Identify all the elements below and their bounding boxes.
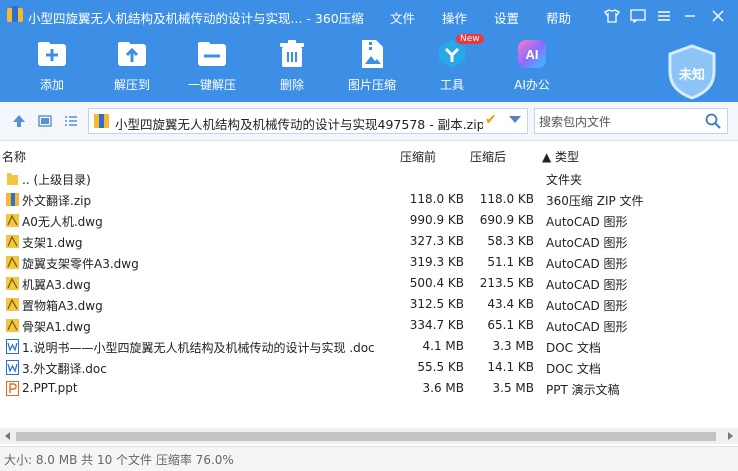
menu-file[interactable]: 文件 (390, 8, 415, 27)
column-size-after[interactable]: 压缩后 (470, 148, 506, 165)
address-bar: 小型四旋翼无人机结构及机械传动的设计与实现497578 - 副本.zip - 解… (0, 102, 738, 141)
table-row[interactable]: 1.说明书——小型四旋翼无人机结构及机械传动的设计与实现 .doc 4.1 MB… (0, 336, 738, 357)
verified-check-icon: ✔ (485, 112, 497, 128)
search-input[interactable] (537, 112, 701, 132)
path-field[interactable]: 小型四旋翼无人机结构及机械传动的设计与实现497578 - 副本.zip - 解… (88, 108, 528, 134)
skin-icon[interactable] (600, 4, 624, 28)
one-click-extract-button[interactable]: 一键解压 (172, 38, 252, 93)
trash-icon (276, 38, 308, 70)
doc-file-icon (6, 339, 19, 354)
column-type[interactable]: ▲ 类型 (542, 148, 579, 165)
image-compress-icon (356, 38, 388, 70)
ai-icon-text: AI (526, 47, 539, 62)
toolbar: 添加 解压到 一键解压 删除 图片压缩 New 工具 AI AI办公 未知 (0, 32, 738, 102)
zip-file-icon (94, 114, 109, 128)
table-row[interactable]: 骨架A1.dwg 334.7 KB 65.1 KB AutoCAD 图形 (0, 315, 738, 336)
table-row[interactable]: 外文翻译.zip 118.0 KB 118.0 KB 360压缩 ZIP 文件 (0, 189, 738, 210)
up-arrow-icon[interactable] (12, 114, 28, 130)
column-header: 名称 压缩前 压缩后 ▲ 类型 (0, 145, 738, 167)
search-icon[interactable] (705, 113, 721, 132)
table-row[interactable]: 置物箱A3.dwg 312.5 KB 43.4 KB AutoCAD 图形 (0, 294, 738, 315)
chevron-down-icon[interactable] (509, 116, 521, 123)
table-row[interactable]: 支架1.dwg 327.3 KB 58.3 KB AutoCAD 图形 (0, 231, 738, 252)
dwg-file-icon (6, 319, 19, 332)
title-bar: 小型四旋翼无人机结构及机械传动的设计与实现... - 360压缩 文件 操作 设… (0, 0, 738, 32)
table-row[interactable]: 旋翼支架零件A3.dwg 319.3 KB 51.1 KB AutoCAD 图形 (0, 252, 738, 273)
status-bar: 大小: 8.0 MB 共 10 个文件 压缩率 76.0% (0, 446, 738, 471)
dwg-file-icon (6, 214, 19, 227)
ai-office-button[interactable]: AI AI办公 (492, 38, 572, 93)
folder-icon (7, 173, 18, 185)
thumbnail-view-icon[interactable] (38, 114, 54, 130)
status-text: 大小: 8.0 MB 共 10 个文件 压缩率 76.0% (4, 453, 234, 467)
minimize-icon[interactable] (678, 4, 702, 28)
delete-button[interactable]: 删除 (252, 38, 332, 93)
horizontal-scrollbar[interactable] (0, 428, 738, 444)
scroll-right-icon[interactable] (728, 432, 733, 440)
ai-icon: AI (516, 38, 548, 70)
message-icon[interactable] (626, 4, 650, 28)
menu-operate[interactable]: 操作 (442, 8, 467, 27)
one-click-extract-icon (196, 38, 228, 70)
scrollbar-thumb[interactable] (16, 432, 716, 441)
zip-file-icon (6, 193, 19, 206)
search-box (534, 108, 728, 134)
list-view-icon[interactable] (64, 114, 80, 130)
security-shield-icon[interactable]: 未知 (666, 44, 718, 100)
menu-lines-icon[interactable] (652, 4, 676, 28)
add-icon (36, 38, 68, 70)
dwg-file-icon (6, 298, 19, 311)
add-button[interactable]: 添加 (12, 38, 92, 93)
column-size-before[interactable]: 压缩前 (400, 148, 436, 165)
table-row[interactable]: A0无人机.dwg 990.9 KB 690.9 KB AutoCAD 图形 (0, 210, 738, 231)
dwg-file-icon (6, 256, 19, 269)
extract-icon (116, 38, 148, 70)
archive-path: 小型四旋翼无人机结构及机械传动的设计与实现497578 - 副本.zip - 解 (115, 117, 483, 132)
doc-file-icon (6, 360, 19, 375)
file-list: .. (上级目录) 文件夹 外文翻译.zip 118.0 KB 118.0 KB… (0, 168, 738, 399)
column-name[interactable]: 名称 (2, 148, 26, 165)
new-badge: New (456, 34, 484, 44)
table-row[interactable]: 机翼A3.dwg 500.4 KB 213.5 KB AutoCAD 图形 (0, 273, 738, 294)
image-compress-button[interactable]: 图片压缩 (332, 38, 412, 93)
dwg-file-icon (6, 235, 19, 248)
menu-help[interactable]: 帮助 (546, 8, 571, 27)
close-icon[interactable] (706, 4, 730, 28)
ppt-file-icon (6, 381, 19, 396)
scroll-left-icon[interactable] (5, 432, 10, 440)
extract-to-button[interactable]: 解压到 (92, 38, 172, 93)
table-row[interactable]: 3.外文翻译.doc 55.5 KB 14.1 KB DOC 文档 (0, 357, 738, 378)
dwg-file-icon (6, 277, 19, 290)
menu-settings[interactable]: 设置 (494, 8, 519, 27)
table-row[interactable]: 2.PPT.ppt 3.6 MB 3.5 MB PPT 演示文稿 (0, 378, 738, 399)
tools-button[interactable]: New 工具 (412, 34, 492, 93)
app-logo-icon (7, 6, 23, 22)
table-row[interactable]: .. (上级目录) 文件夹 (0, 168, 738, 189)
tools-icon: New (436, 34, 484, 70)
window-title: 小型四旋翼无人机结构及机械传动的设计与实现... - 360压缩 (28, 11, 364, 26)
shield-status-text: 未知 (678, 68, 705, 83)
